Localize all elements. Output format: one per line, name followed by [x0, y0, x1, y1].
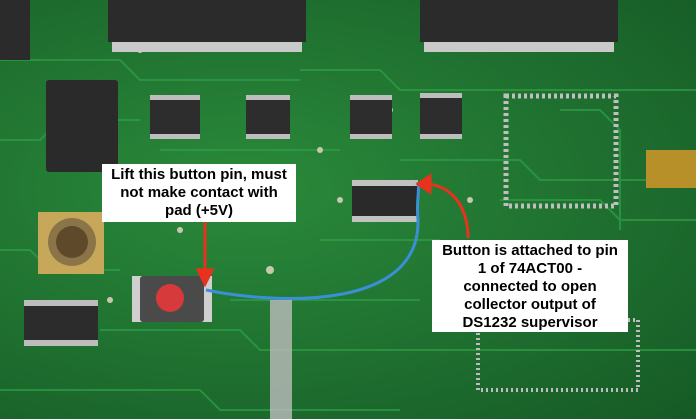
qfp-footprint-right — [503, 93, 619, 209]
callout-lift-button-pin: Lift this button pin, must not make cont… — [102, 164, 296, 222]
capacitor-yellow — [646, 150, 696, 188]
pushbutton-cap — [156, 284, 184, 312]
soic-bottom-left — [24, 306, 98, 340]
qfp-chip-right-pins — [424, 42, 614, 52]
callout-right-line3: connected to open — [463, 278, 597, 295]
pad-strip-bottom — [270, 300, 292, 419]
qfp-chip-right — [420, 0, 618, 42]
callout-right-line4: collector output of — [464, 296, 596, 313]
pcb-photo: Lift this button pin, must not make cont… — [0, 0, 696, 419]
ic-74act00-pins-top — [352, 180, 418, 186]
callout-right-line2: 1 of 74ACT00 - — [477, 260, 583, 277]
callout-right-line5: DS1232 supervisor — [462, 314, 598, 331]
callout-left-line1: Lift this button pin, must — [111, 166, 287, 183]
chip-top-left-edge — [0, 0, 30, 60]
soic-row — [150, 98, 462, 134]
qfp-chip-left-pins — [112, 42, 302, 52]
right-arrow-line — [425, 182, 470, 239]
ic-74act00 — [352, 186, 418, 216]
callout-left-line3: pad (+5V) — [165, 202, 233, 219]
oscillator-chip — [46, 80, 118, 172]
ic-74act00-pins-bottom — [352, 216, 418, 222]
qfp-chip-left — [108, 0, 306, 42]
callout-left-line2: not make contact with — [120, 184, 278, 201]
callout-button-attached: Button is attached to pin 1 of 74ACT00 -… — [432, 240, 628, 332]
callout-right-line1: Button is attached to pin — [442, 242, 618, 259]
